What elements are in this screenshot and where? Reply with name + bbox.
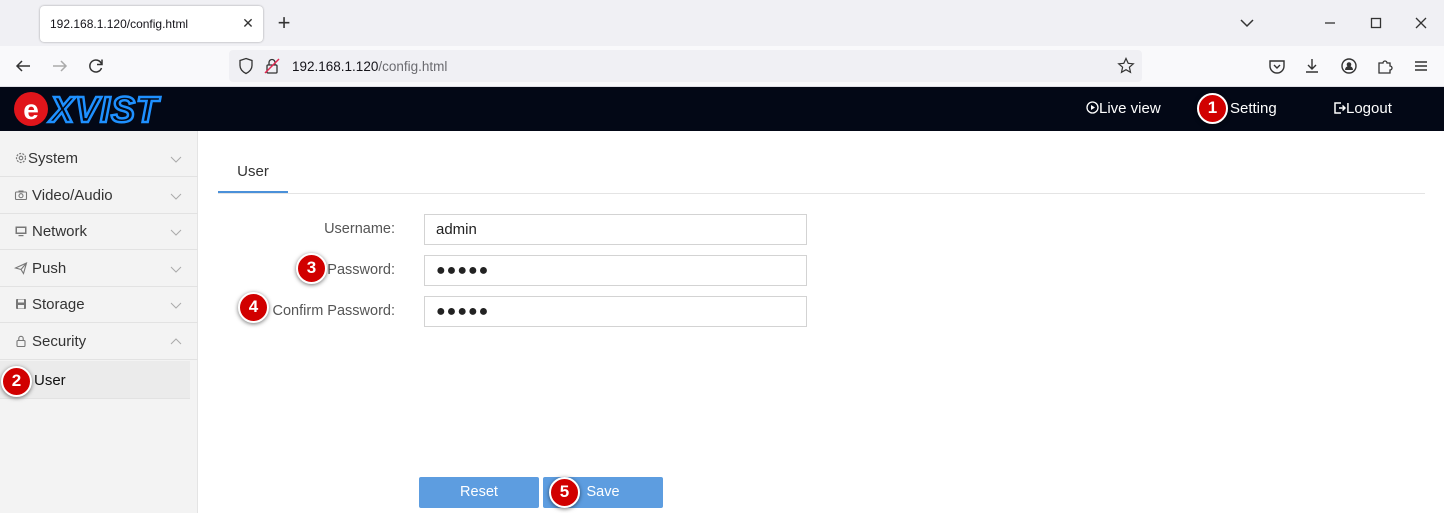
sidebar: System Video/Audio Network Push Storage … [0, 131, 198, 513]
step-marker-2: 2 [1, 366, 32, 397]
monitor-icon [15, 226, 27, 237]
sidebar-item-label: System [28, 150, 79, 167]
chevron-down-icon [170, 156, 182, 163]
tab-user[interactable]: User [218, 152, 288, 193]
step-marker-4: 4 [238, 292, 269, 323]
url-path: /config.html [378, 59, 448, 74]
url-text: 192.168.1.120/config.html [292, 59, 447, 74]
address-bar[interactable]: 192.168.1.120/config.html [229, 50, 1142, 82]
tab-list-chevron-icon[interactable] [1236, 12, 1258, 34]
confirm-password-label: Confirm Password: [272, 303, 395, 319]
floppy-icon [16, 299, 26, 309]
insecure-lock-icon[interactable] [262, 56, 282, 76]
step-marker-1: 1 [1197, 93, 1228, 124]
chevron-down-icon [170, 266, 182, 273]
setting-link[interactable]: Setting [1230, 100, 1277, 117]
sidebar-item-storage[interactable]: Storage [0, 286, 198, 323]
tab-close-icon[interactable]: ✕ [238, 13, 258, 33]
lock-icon [16, 335, 26, 348]
browser-tab-title: 192.168.1.120/config.html [50, 17, 189, 31]
browser-tab[interactable]: 192.168.1.120/config.html ✕ [40, 6, 263, 42]
logout-link[interactable]: Logout [1333, 100, 1392, 117]
svg-text:e: e [23, 94, 39, 125]
reset-button[interactable]: Reset [419, 477, 539, 508]
maximize-icon[interactable] [1365, 12, 1387, 34]
shield-icon[interactable] [236, 56, 256, 76]
bookmark-star-icon[interactable] [1116, 56, 1136, 76]
sidebar-item-label: Storage [32, 296, 85, 313]
logout-label: Logout [1346, 100, 1392, 117]
new-tab-icon[interactable]: + [272, 12, 296, 36]
chevron-up-icon [170, 338, 182, 345]
reload-icon[interactable] [85, 55, 107, 77]
confirm-password-field[interactable] [424, 296, 807, 327]
play-circle-icon [1086, 101, 1099, 114]
url-host: 192.168.1.120 [292, 59, 379, 74]
password-field[interactable] [424, 255, 807, 286]
live-view-label: Live view [1099, 100, 1161, 117]
minimize-icon[interactable] [1319, 12, 1341, 34]
sidebar-item-video-audio[interactable]: Video/Audio [0, 177, 198, 214]
chevron-down-icon [170, 193, 182, 200]
gear-icon [15, 152, 27, 164]
send-icon [14, 262, 28, 275]
chevron-down-icon [170, 229, 182, 236]
close-window-icon[interactable] [1410, 12, 1432, 34]
hamburger-menu-icon[interactable] [1410, 55, 1432, 77]
download-icon[interactable] [1301, 55, 1323, 77]
tab-user-label: User [237, 163, 269, 180]
extensions-icon[interactable] [1374, 55, 1396, 77]
sidebar-item-network[interactable]: Network [0, 213, 198, 250]
sidebar-item-security[interactable]: Security [0, 323, 198, 360]
step-marker-3: 3 [296, 253, 327, 284]
browser-tab-bar: 192.168.1.120/config.html ✕ + [0, 0, 1444, 46]
forward-arrow-icon[interactable] [49, 55, 71, 77]
svg-text:XVIST: XVIST [48, 89, 161, 129]
sidebar-item-push[interactable]: Push [0, 250, 198, 287]
chevron-down-icon [170, 302, 182, 309]
sidebar-item-label: Security [32, 333, 87, 350]
back-arrow-icon[interactable] [12, 55, 34, 77]
sidebar-item-system[interactable]: System [0, 140, 198, 177]
sidebar-item-label: Push [32, 260, 67, 277]
step-marker-5: 5 [549, 477, 580, 508]
account-icon[interactable] [1338, 55, 1360, 77]
pocket-icon[interactable] [1266, 55, 1288, 77]
tab-divider [218, 193, 1425, 194]
sidebar-item-label: Video/Audio [32, 187, 113, 204]
username-label: Username: [324, 221, 395, 237]
logout-icon [1334, 102, 1347, 114]
username-field[interactable] [424, 214, 807, 245]
browser-nav-bar: 192.168.1.120/config.html [0, 46, 1444, 87]
sidebar-item-label: Network [32, 223, 88, 240]
password-label: Password: [327, 262, 395, 278]
sidebar-subitem-label: User [34, 372, 66, 389]
live-view-link[interactable]: Live view [1086, 100, 1161, 117]
exvist-logo: e XVIST [14, 89, 161, 129]
camera-icon [14, 190, 28, 201]
